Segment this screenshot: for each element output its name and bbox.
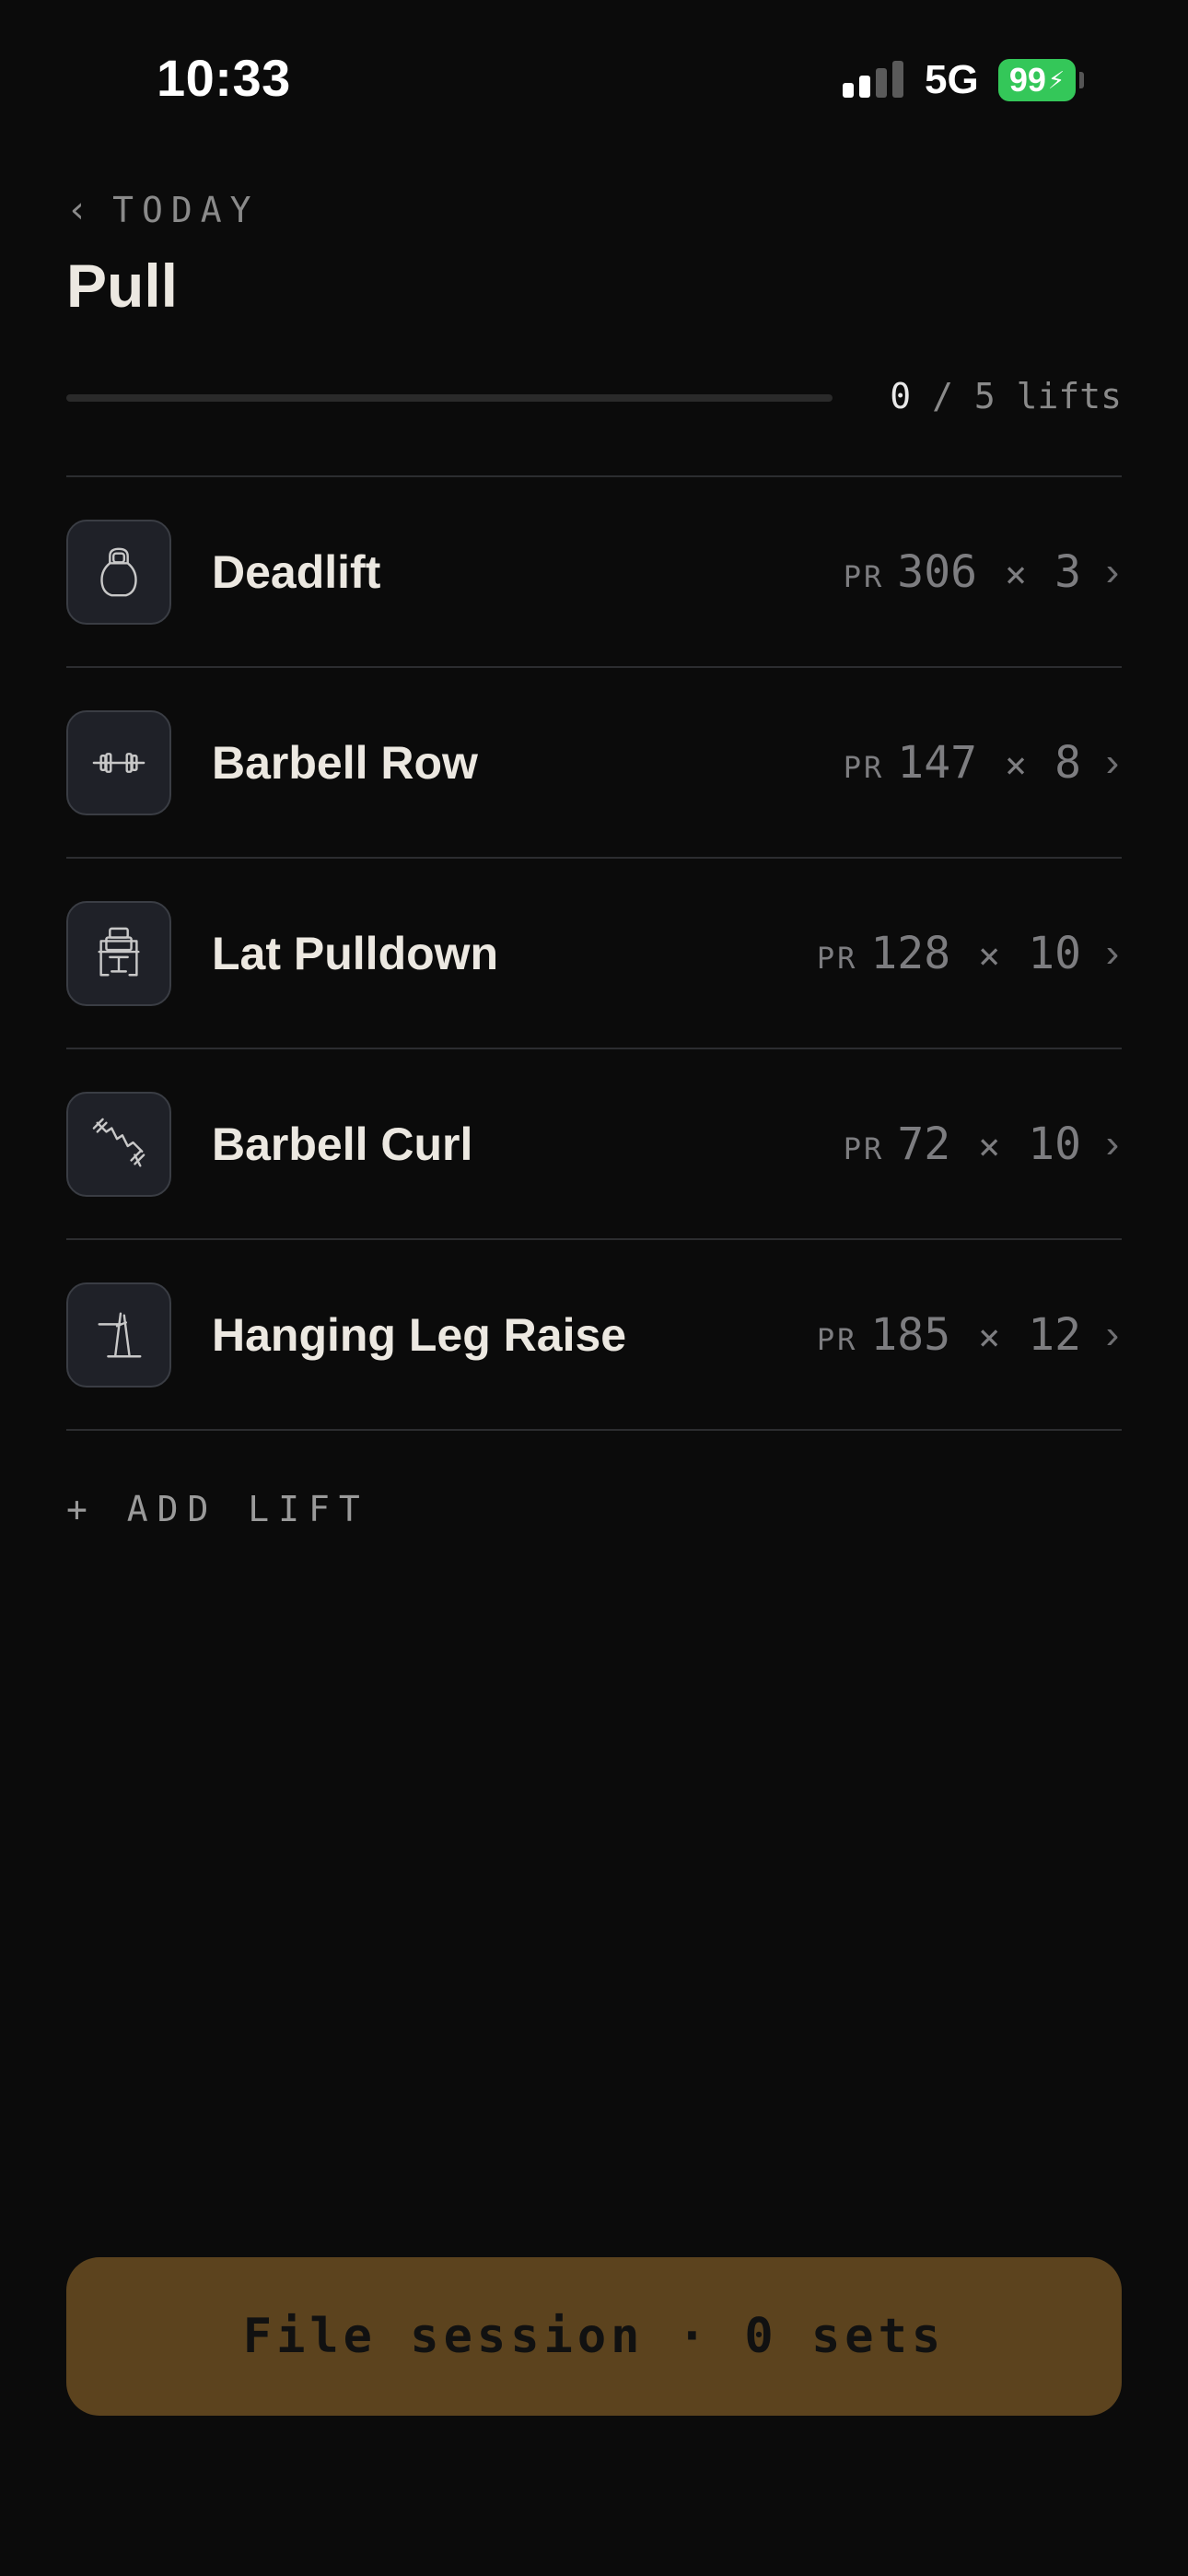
personal-record: PR 185 × 12 bbox=[817, 1309, 1081, 1361]
pr-label: PR bbox=[843, 1130, 885, 1166]
lift-name: Hanging Leg Raise bbox=[212, 1308, 627, 1361]
status-bar: 10:33 5G 99 ⚡ bbox=[0, 0, 1188, 157]
pr-weight: 72 bbox=[897, 1118, 951, 1170]
pr-label: PR bbox=[816, 940, 858, 976]
progress-separator: / bbox=[911, 376, 974, 416]
status-time: 10:33 bbox=[157, 49, 291, 107]
times-sign: × bbox=[978, 1125, 1001, 1168]
lift-row-barbell-row[interactable]: Barbell Row PR 147 × 8 › bbox=[66, 668, 1122, 859]
pr-reps: 10 bbox=[1028, 927, 1081, 979]
pr-weight: 128 bbox=[870, 927, 951, 979]
lift-icon-tile bbox=[66, 900, 171, 1006]
progress-unit: lifts bbox=[995, 376, 1122, 416]
chevron-right-icon: › bbox=[1105, 1311, 1120, 1357]
dumbbell-icon bbox=[92, 752, 146, 773]
times-sign: × bbox=[978, 934, 1001, 978]
lift-icon-tile bbox=[66, 1282, 171, 1388]
pr-reps: 3 bbox=[1054, 545, 1081, 598]
curl-bar-icon bbox=[92, 1118, 146, 1166]
lift-name: Lat Pulldown bbox=[212, 927, 499, 979]
pr-reps: 10 bbox=[1028, 1118, 1081, 1170]
lift-name: Deadlift bbox=[212, 545, 381, 598]
network-type: 5G bbox=[925, 57, 979, 102]
pr-reps: 12 bbox=[1028, 1308, 1081, 1361]
pr-reps: 8 bbox=[1054, 736, 1081, 789]
pr-label: PR bbox=[843, 558, 885, 594]
lift-icon-tile bbox=[66, 709, 171, 815]
battery-icon: 99 ⚡ bbox=[998, 59, 1076, 101]
progress-total: 5 bbox=[973, 376, 996, 416]
chevron-right-icon: › bbox=[1105, 1120, 1120, 1166]
personal-record: PR 147 × 8 bbox=[844, 737, 1081, 789]
back-label: TODAY bbox=[112, 190, 260, 230]
chevron-right-icon: › bbox=[1105, 739, 1120, 785]
lift-name: Barbell Row bbox=[212, 736, 478, 789]
lift-row-hanging-leg-raise[interactable]: Hanging Leg Raise PR 185 × 12 › bbox=[66, 1240, 1122, 1431]
pr-weight: 306 bbox=[897, 545, 977, 598]
lift-icon-tile bbox=[66, 519, 171, 625]
progress-bar bbox=[66, 394, 833, 402]
page-title: Pull bbox=[66, 252, 179, 320]
chevron-left-icon: ‹ bbox=[66, 189, 89, 231]
chevron-right-icon: › bbox=[1105, 548, 1120, 594]
times-sign: × bbox=[978, 1316, 1001, 1359]
pulldown-machine-icon bbox=[98, 927, 140, 976]
lift-name: Barbell Curl bbox=[212, 1118, 473, 1170]
battery-cap bbox=[1079, 72, 1084, 88]
charging-bolt-icon: ⚡ bbox=[1047, 65, 1066, 94]
personal-record: PR 306 × 3 bbox=[844, 546, 1081, 598]
lift-row-barbell-curl[interactable]: Barbell Curl PR 72 × 10 › bbox=[66, 1049, 1122, 1240]
add-lift-button[interactable]: + ADD LIFT bbox=[66, 1489, 369, 1529]
times-sign: × bbox=[1005, 553, 1028, 596]
pr-weight: 147 bbox=[897, 736, 977, 789]
personal-record: PR 128 × 10 bbox=[817, 928, 1081, 979]
chevron-right-icon: › bbox=[1105, 930, 1120, 976]
pr-label: PR bbox=[843, 749, 885, 785]
pr-label: PR bbox=[816, 1321, 858, 1357]
file-session-button[interactable]: File session · 0 sets bbox=[66, 2257, 1122, 2416]
times-sign: × bbox=[1005, 744, 1028, 787]
back-button[interactable]: ‹ TODAY bbox=[66, 189, 259, 231]
lift-list: Deadlift PR 306 × 3 › Barbell Row PR 147… bbox=[66, 475, 1122, 1431]
cellular-signal-icon bbox=[843, 61, 903, 98]
lift-row-deadlift[interactable]: Deadlift PR 306 × 3 › bbox=[66, 477, 1122, 668]
progress-count: 0 / 5 lifts bbox=[890, 376, 1122, 416]
progress-done: 0 bbox=[890, 376, 912, 416]
lift-row-lat-pulldown[interactable]: Lat Pulldown PR 128 × 10 › bbox=[66, 859, 1122, 1049]
personal-record: PR 72 × 10 bbox=[844, 1118, 1081, 1170]
leg-raise-station-icon bbox=[98, 1312, 142, 1357]
battery-level: 99 bbox=[1008, 61, 1046, 99]
lift-icon-tile bbox=[66, 1091, 171, 1197]
pr-weight: 185 bbox=[870, 1308, 951, 1361]
kettlebell-icon bbox=[100, 547, 137, 596]
